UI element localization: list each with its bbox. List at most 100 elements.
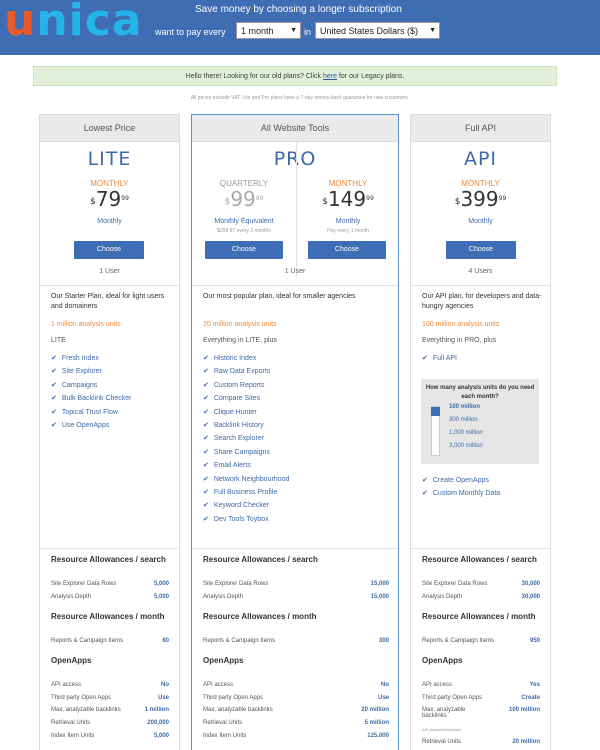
openapps-row: Index Item Units 5,000 — [51, 733, 169, 739]
check-icon: ✔ — [51, 422, 57, 430]
analysis-units: 100 million analysis units — [422, 321, 500, 328]
chevron-down-icon: ▼ — [429, 27, 436, 34]
openapps-key: Third party Open Apps — [203, 695, 264, 701]
openapps-key: Retrieval Units — [422, 739, 462, 745]
billing-frequency: Monthly — [335, 218, 361, 225]
check-icon: ✔ — [203, 395, 209, 403]
divider — [192, 285, 398, 286]
feature-label: Compare Sites — [213, 395, 261, 403]
feature-label: Full API — [432, 355, 457, 362]
divider — [411, 548, 550, 549]
currency-select[interactable]: United States Dollars ($) ▼ — [315, 22, 440, 39]
openapps-row: Max. analyzable backlinks 1 million — [51, 707, 169, 713]
check-icon: ✔ — [203, 489, 209, 497]
resource-key: Reports & Campaign Items — [51, 638, 124, 644]
openapps-title: OpenApps — [51, 656, 92, 665]
check-icon: ✔ — [422, 490, 428, 498]
unit-option-selected[interactable]: 100 million — [449, 404, 480, 410]
openapps-row: Max. analyzable backlinks 20 million — [203, 707, 389, 713]
feature-list: ✔ Historic Index ✔ Raw Data Exports ✔ Custo… — [203, 352, 289, 526]
plan-price: $7999 — [40, 188, 179, 210]
choose-pro-monthly-button[interactable]: Choose — [308, 241, 386, 259]
feature-item: ✔ Clique Hunter — [203, 406, 289, 419]
user-count: 1 User — [99, 268, 120, 275]
resource-value: 30,000 — [521, 594, 540, 600]
openapps-value: Create — [521, 695, 540, 701]
resource-row: Reports & Campaign Items 60 — [51, 638, 169, 644]
openapps-subnote: API AnalysisBacklinks — [422, 727, 540, 732]
billing-period-value: 1 month — [241, 26, 274, 36]
resource-key: Reports & Campaign Items — [422, 638, 495, 644]
openapps-row: Index Item Units 125,000 — [203, 733, 389, 739]
check-icon: ✔ — [203, 448, 209, 456]
user-count: 1 User — [284, 268, 306, 275]
analysis-units: 20 million analysis units — [203, 321, 277, 328]
choose-pro-quarterly-button[interactable]: Choose — [205, 241, 283, 259]
check-icon: ✔ — [203, 381, 209, 389]
included-label: Everything in PRO, plus — [422, 337, 497, 344]
unit-option[interactable]: 1,000 million — [449, 430, 483, 436]
units-question: How many analysis units do you need each… — [425, 385, 535, 400]
openapps-key: Max. analyzable backlinks — [51, 707, 121, 713]
billing-period-select[interactable]: 1 month ▼ — [236, 22, 301, 39]
price-amount: 149 — [327, 187, 367, 211]
feature-list: ✔ Fresh Index ✔ Site Explorer ✔ Campaigns ✔… — [51, 352, 132, 432]
currency-symbol: $ — [454, 197, 461, 207]
feature-item: ✔ Search Explorer — [203, 432, 289, 445]
openapps-key: Third party Open Apps — [422, 695, 483, 701]
openapps-key: API access — [51, 682, 82, 688]
feature-label: Topical Trust Flow — [61, 408, 118, 416]
openapps-value: 1 million — [144, 707, 169, 713]
save-money-text: Save money by choosing a longer subscrip… — [195, 4, 402, 15]
feature-item: ✔ Dev Tools Toybox — [203, 513, 289, 526]
openapps-title: OpenApps — [422, 656, 463, 665]
billing-note: Pay every 1 month — [327, 228, 369, 234]
billing-frequency: Monthly Equivalent — [214, 218, 274, 225]
choose-api-button[interactable]: Choose — [446, 241, 516, 259]
plan-name: LITE — [87, 148, 132, 170]
openapps-row: Retrieval Units 5 million — [203, 720, 389, 726]
unit-option[interactable]: 3,000 million — [449, 443, 483, 449]
price-amount: 399 — [460, 187, 499, 211]
openapps-row: API access No — [51, 682, 169, 688]
slider-handle[interactable] — [431, 407, 440, 416]
feature-list: ✔ Full API — [422, 352, 457, 365]
resource-value: 5,000 — [153, 594, 169, 600]
openapps-subnote-text: API AnalysisBacklinks — [422, 727, 462, 732]
legacy-plans-link[interactable]: here — [323, 73, 337, 80]
unit-option[interactable]: 300 million — [449, 417, 478, 423]
feature-item: ✔ Compare Sites — [203, 392, 289, 405]
openapps-value: 100 million — [508, 707, 540, 713]
divider — [192, 548, 398, 549]
feature-label: Custom Reports — [213, 381, 265, 389]
plan-header: All Website Tools — [192, 115, 398, 142]
check-icon: ✔ — [203, 368, 209, 376]
choose-lite-button[interactable]: Choose — [74, 241, 144, 259]
resource-search-title: Resource Allowances / search — [203, 555, 318, 564]
price-cents: 99 — [498, 195, 507, 202]
billing-frequency: Monthly — [468, 218, 493, 225]
check-icon: ✔ — [203, 515, 209, 523]
billing-note: $299.97 every 3 months — [217, 228, 271, 234]
feature-item: ✔ Custom Monthly Data — [422, 487, 500, 500]
feature-label: Bulk Backlink Checker — [61, 395, 132, 403]
check-icon: ✔ — [51, 395, 57, 403]
feature-item: ✔ Email Alerts — [203, 459, 289, 472]
user-count: 4 Users — [468, 268, 493, 275]
openapps-row: API access No — [203, 682, 389, 688]
guarantee-text: All prices exclude VAT. Lite and Pro pla… — [190, 95, 410, 101]
resource-key: Analysis Depth — [51, 594, 92, 600]
units-slider[interactable] — [431, 406, 440, 456]
currency-symbol: $ — [322, 197, 328, 207]
openapps-key: Retrieval Units — [51, 720, 91, 726]
legacy-plans-notice: Hello there! Looking for our old plans? … — [33, 66, 557, 86]
resource-row: Reports & Campaign Items 300 — [203, 638, 389, 644]
feature-item: ✔ Create OpenApps — [422, 474, 500, 487]
feature-label: Create OpenApps — [432, 477, 489, 484]
plan-header: Lowest Price — [40, 115, 179, 142]
openapps-row: Max. analyzable backlinks 100 million — [422, 707, 540, 719]
openapps-key: Retrieval Units — [203, 720, 243, 726]
currency-value: United States Dollars ($) — [320, 26, 419, 36]
resource-value: 5,000 — [153, 581, 169, 587]
resource-value: 950 — [529, 638, 540, 644]
